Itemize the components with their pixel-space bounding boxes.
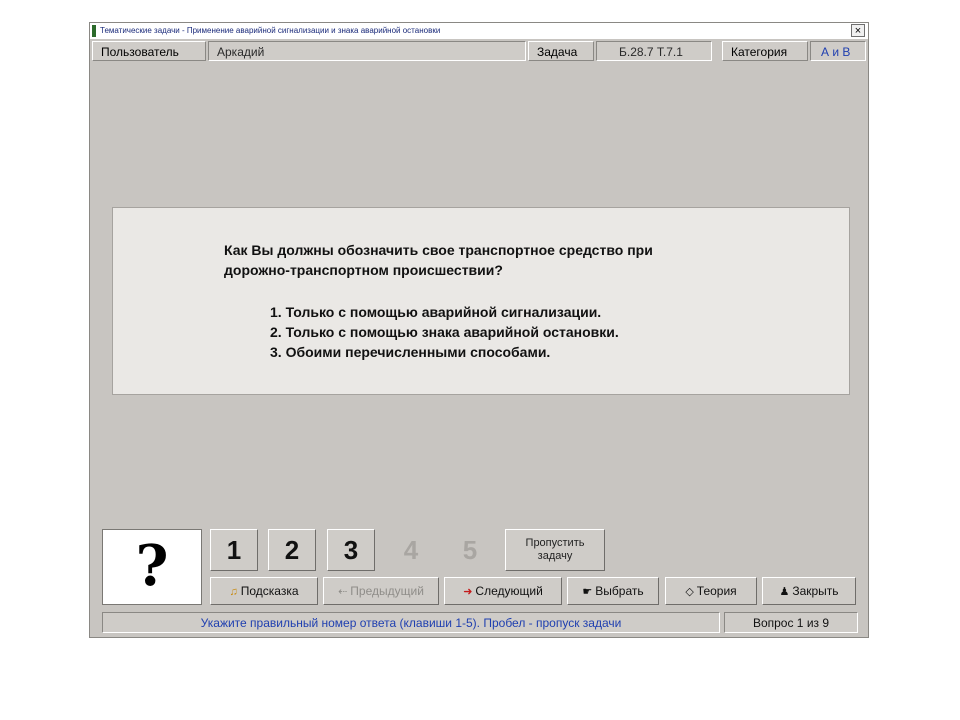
category-value: А и В bbox=[810, 41, 866, 61]
skip-task-button[interactable]: Пропустить задачу bbox=[505, 529, 605, 571]
question-counter: Вопрос 1 из 9 bbox=[724, 612, 858, 633]
question-line: дорожно-транспортном происшествии? bbox=[224, 262, 503, 278]
answer-list: 1. Только с помощью аварийной сигнализац… bbox=[270, 302, 619, 362]
next-button[interactable]: ➜ Следующий bbox=[444, 577, 562, 605]
app-icon bbox=[92, 25, 96, 37]
bell-icon: ♫ bbox=[229, 586, 238, 598]
prev-label: Предыдущий bbox=[350, 584, 424, 598]
user-value: Аркадий bbox=[208, 41, 526, 61]
hint-button[interactable]: ♫ Подсказка bbox=[210, 577, 318, 605]
window-title: Тематические задачи - Применение аварийн… bbox=[100, 26, 441, 35]
arrow-left-icon: ⇠ bbox=[338, 586, 348, 598]
question-image-placeholder: ? bbox=[102, 529, 202, 605]
theory-label: Теория bbox=[696, 584, 737, 598]
close-label: Закрыть bbox=[792, 584, 839, 598]
choose-button[interactable]: ☛ Выбрать bbox=[567, 577, 659, 605]
question-line: Как Вы должны обозначить свое транспортн… bbox=[224, 242, 653, 258]
user-label: Пользователь bbox=[92, 41, 206, 61]
answer-option-3: 3. Обоими перечисленными способами. bbox=[270, 344, 551, 360]
answer-option-2: 2. Только с помощью знака аварийной оста… bbox=[270, 324, 619, 340]
mouse-icon: ☛ bbox=[582, 586, 593, 598]
task-label: Задача bbox=[528, 41, 594, 61]
answer-button-1[interactable]: 1 bbox=[210, 529, 258, 571]
prev-button: ⇠ Предыдущий bbox=[323, 577, 439, 605]
app-window: Тематические задачи - Применение аварийн… bbox=[89, 22, 869, 638]
answer-option-1: 1. Только с помощью аварийной сигнализац… bbox=[270, 304, 602, 320]
answer-button-2[interactable]: 2 bbox=[268, 529, 316, 571]
answer-button-4: 4 bbox=[403, 535, 419, 565]
arrow-right-icon: ➜ bbox=[463, 586, 473, 598]
task-value: Б.28.7 Т.7.1 bbox=[596, 41, 712, 61]
answer-button-3[interactable]: 3 bbox=[327, 529, 375, 571]
title-bar: Тематические задачи - Применение аварийн… bbox=[90, 23, 868, 39]
choose-label: Выбрать bbox=[595, 584, 644, 598]
skip-label-line: задачу bbox=[537, 550, 573, 562]
status-hint: Укажите правильный номер ответа (клавиши… bbox=[102, 612, 720, 633]
close-button[interactable]: ♟ Закрыть bbox=[762, 577, 856, 605]
person-icon: ♟ bbox=[779, 586, 790, 598]
next-label: Следующий bbox=[475, 584, 543, 598]
answer-button-5: 5 bbox=[462, 535, 478, 565]
info-bar: Пользователь Аркадий Задача Б.28.7 Т.7.1… bbox=[92, 41, 866, 63]
skip-label-line: Пропустить bbox=[525, 537, 585, 549]
diamond-icon: ◇ bbox=[685, 586, 694, 598]
category-label: Категория bbox=[722, 41, 808, 61]
close-icon[interactable]: × bbox=[851, 24, 865, 37]
question-panel: Как Вы должны обозначить свое транспортн… bbox=[112, 207, 850, 395]
question-text: Как Вы должны обозначить свое транспортн… bbox=[224, 240, 784, 280]
hint-label: Подсказка bbox=[240, 584, 299, 598]
theory-button[interactable]: ◇ Теория bbox=[665, 577, 757, 605]
